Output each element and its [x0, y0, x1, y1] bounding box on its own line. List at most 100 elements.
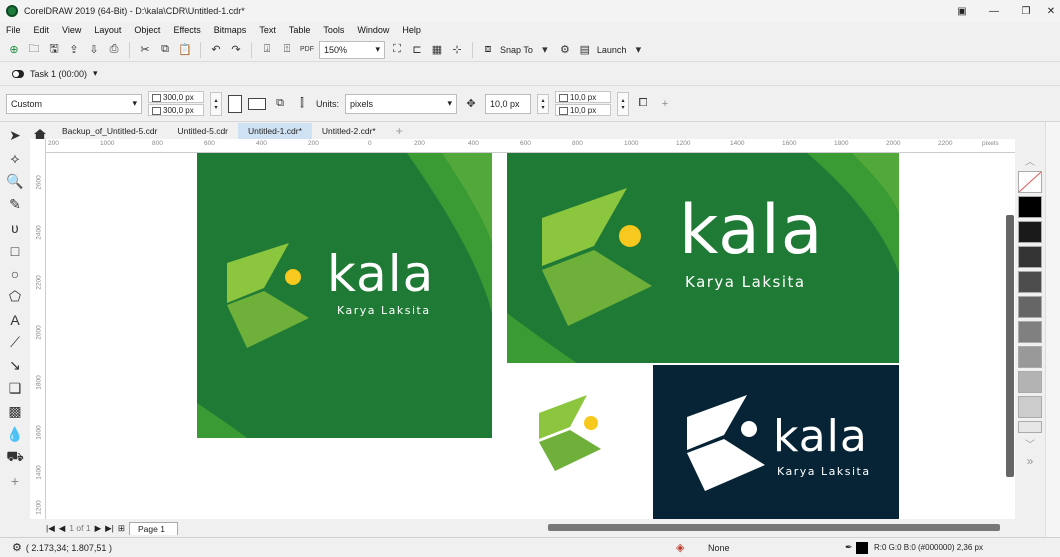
zoom-tool-icon[interactable]: 🔍 [5, 172, 25, 191]
artboard-navy[interactable]: kala Karya Laksita [653, 365, 899, 519]
add-tool-icon[interactable]: + [5, 471, 25, 490]
nudge-distance-field[interactable]: 10,0 px [485, 93, 532, 114]
nudge-spinner[interactable]: ▴ ▾ [537, 93, 550, 114]
vertical-scrollbar[interactable] [1006, 215, 1014, 477]
launch-dropdown[interactable]: Launch [597, 45, 627, 55]
tab-untitled-5[interactable]: Untitled-5.cdr [167, 123, 238, 139]
full-screen-icon[interactable]: ⛶ [389, 42, 405, 58]
color-swatch[interactable] [1018, 196, 1042, 218]
palette-scroll-down-icon[interactable]: ﹀ [1025, 436, 1035, 451]
page-height-field[interactable]: 300,0 px [148, 104, 204, 116]
menu-table[interactable]: Table [289, 25, 311, 35]
minimize-button[interactable]: — [978, 0, 1010, 22]
drop-shadow-tool-icon[interactable]: ❏ [5, 379, 25, 398]
duplicate-x-field[interactable]: 10,0 px [555, 91, 612, 103]
add-page-icon[interactable]: ⊞ [118, 523, 125, 534]
save-icon[interactable]: 🖫 [46, 42, 62, 58]
fill-indicator-icon[interactable]: ◈ [676, 541, 684, 554]
page-width-field[interactable]: 300,0 px [148, 91, 204, 103]
app-icon-button[interactable]: ▣ [946, 0, 978, 22]
fill-tool-icon[interactable]: ⛟ [5, 448, 25, 467]
duplicate-spinner[interactable]: ▴ ▾ [617, 91, 630, 116]
pdf-icon[interactable]: PDF [299, 42, 315, 58]
color-swatch[interactable] [1018, 421, 1042, 433]
page-tab[interactable]: Page 1 [129, 521, 178, 535]
dimension-tool-icon[interactable]: ⟋ [5, 333, 25, 352]
close-button[interactable]: ✕ [1042, 0, 1060, 22]
bleed-icon[interactable]: ⧠ [635, 96, 651, 112]
menu-edit[interactable]: Edit [34, 25, 50, 35]
menu-layout[interactable]: Layout [94, 25, 121, 35]
grid-icon[interactable]: ▦ [429, 42, 445, 58]
options-gear-icon[interactable]: ⚙ [557, 42, 573, 58]
restore-button[interactable]: ❐ [1010, 0, 1042, 22]
landscape-button[interactable] [248, 97, 266, 110]
ellipse-tool-icon[interactable]: ○ [5, 264, 25, 283]
horizontal-scrollbar[interactable] [548, 524, 1000, 531]
menu-object[interactable]: Object [134, 25, 160, 35]
duplicate-y-field[interactable]: 10,0 px [555, 104, 612, 116]
print-icon[interactable]: ⎙ [106, 42, 122, 58]
outline-pen-icon[interactable]: ✒ [845, 542, 853, 553]
new-document-icon[interactable]: ⊕ [6, 42, 22, 58]
next-page-icon[interactable]: ▶ [95, 523, 102, 534]
tab-backup-of-untitled-5[interactable]: Backup_of_Untitled-5.cdr [52, 123, 167, 139]
shape-tool-icon[interactable]: ⟡ [5, 149, 25, 168]
prev-page-icon[interactable]: ◀ [59, 523, 66, 534]
first-page-icon[interactable]: |◀ [46, 523, 55, 534]
dimension-spinner[interactable]: ▴ ▾ [210, 91, 222, 116]
chevron-down-icon[interactable]: ▾ [93, 68, 98, 79]
rulers-icon[interactable]: ⊏ [409, 42, 425, 58]
last-page-icon[interactable]: ▶| [105, 523, 114, 534]
color-swatch[interactable] [1018, 271, 1042, 293]
snap-icon[interactable]: ⧈ [480, 42, 496, 58]
docker-tabs[interactable] [1045, 122, 1060, 537]
import-icon[interactable]: ⍗ [259, 42, 275, 58]
connector-tool-icon[interactable]: ↘ [5, 356, 25, 375]
menu-help[interactable]: Help [402, 25, 421, 35]
menu-bitmaps[interactable]: Bitmaps [214, 25, 247, 35]
snap-to-dropdown[interactable]: Snap To [500, 45, 533, 55]
new-tab-icon[interactable]: + [386, 123, 413, 139]
undo-icon[interactable]: ↶ [208, 42, 224, 58]
download-icon[interactable]: ⇩ [86, 42, 102, 58]
copy-icon[interactable]: ⧉ [157, 42, 173, 58]
page-preset-select[interactable]: Custom ▾ [6, 93, 142, 114]
palette-scroll-up-icon[interactable]: ︿ [1025, 153, 1035, 168]
text-tool-icon[interactable]: A [5, 310, 25, 329]
redo-icon[interactable]: ↷ [228, 42, 244, 58]
guidelines-icon[interactable]: ⊹ [449, 42, 465, 58]
no-color-swatch[interactable] [1018, 171, 1042, 193]
artistic-media-icon[interactable]: ʋ [5, 218, 25, 237]
color-swatch[interactable] [1018, 371, 1042, 393]
palette-expand-icon[interactable]: » [1027, 454, 1034, 468]
artboard-banner-green[interactable]: kala Karya Laksita [507, 153, 899, 363]
home-icon[interactable] [34, 129, 46, 139]
eyedropper-tool-icon[interactable]: 💧 [5, 425, 25, 444]
horizontal-ruler[interactable]: 200 1000 800 600 400 200 0 200 400 600 8… [30, 139, 1015, 153]
color-swatch[interactable] [1018, 221, 1042, 243]
portrait-button[interactable] [228, 94, 242, 113]
color-swatch[interactable] [1018, 246, 1042, 268]
vertical-ruler[interactable]: 2600 2400 2200 2000 1800 1600 1400 1200 [30, 139, 46, 519]
color-swatch[interactable] [1018, 346, 1042, 368]
current-page-icon[interactable]: ⫿ [294, 96, 310, 112]
task-toggle-icon[interactable] [12, 69, 24, 78]
menu-window[interactable]: Window [357, 25, 389, 35]
color-swatch[interactable] [1018, 396, 1042, 418]
add-page-icon[interactable]: + [657, 96, 673, 112]
color-swatch[interactable] [1018, 321, 1042, 343]
menu-tools[interactable]: Tools [323, 25, 344, 35]
transparency-tool-icon[interactable]: ▩ [5, 402, 25, 421]
cut-icon[interactable]: ✂ [137, 42, 153, 58]
export-icon[interactable]: ⍐ [279, 42, 295, 58]
rectangle-tool-icon[interactable]: □ [5, 241, 25, 260]
menu-file[interactable]: File [6, 25, 21, 35]
chevron-down-icon[interactable]: ▾ [630, 42, 646, 58]
paste-icon[interactable]: 📋 [177, 42, 193, 58]
tab-untitled-2[interactable]: Untitled-2.cdr* [312, 123, 386, 139]
menu-effects[interactable]: Effects [173, 25, 200, 35]
tab-untitled-1[interactable]: Untitled-1.cdr* [238, 123, 312, 139]
menu-text[interactable]: Text [259, 25, 276, 35]
outline-color-swatch[interactable] [856, 541, 868, 554]
